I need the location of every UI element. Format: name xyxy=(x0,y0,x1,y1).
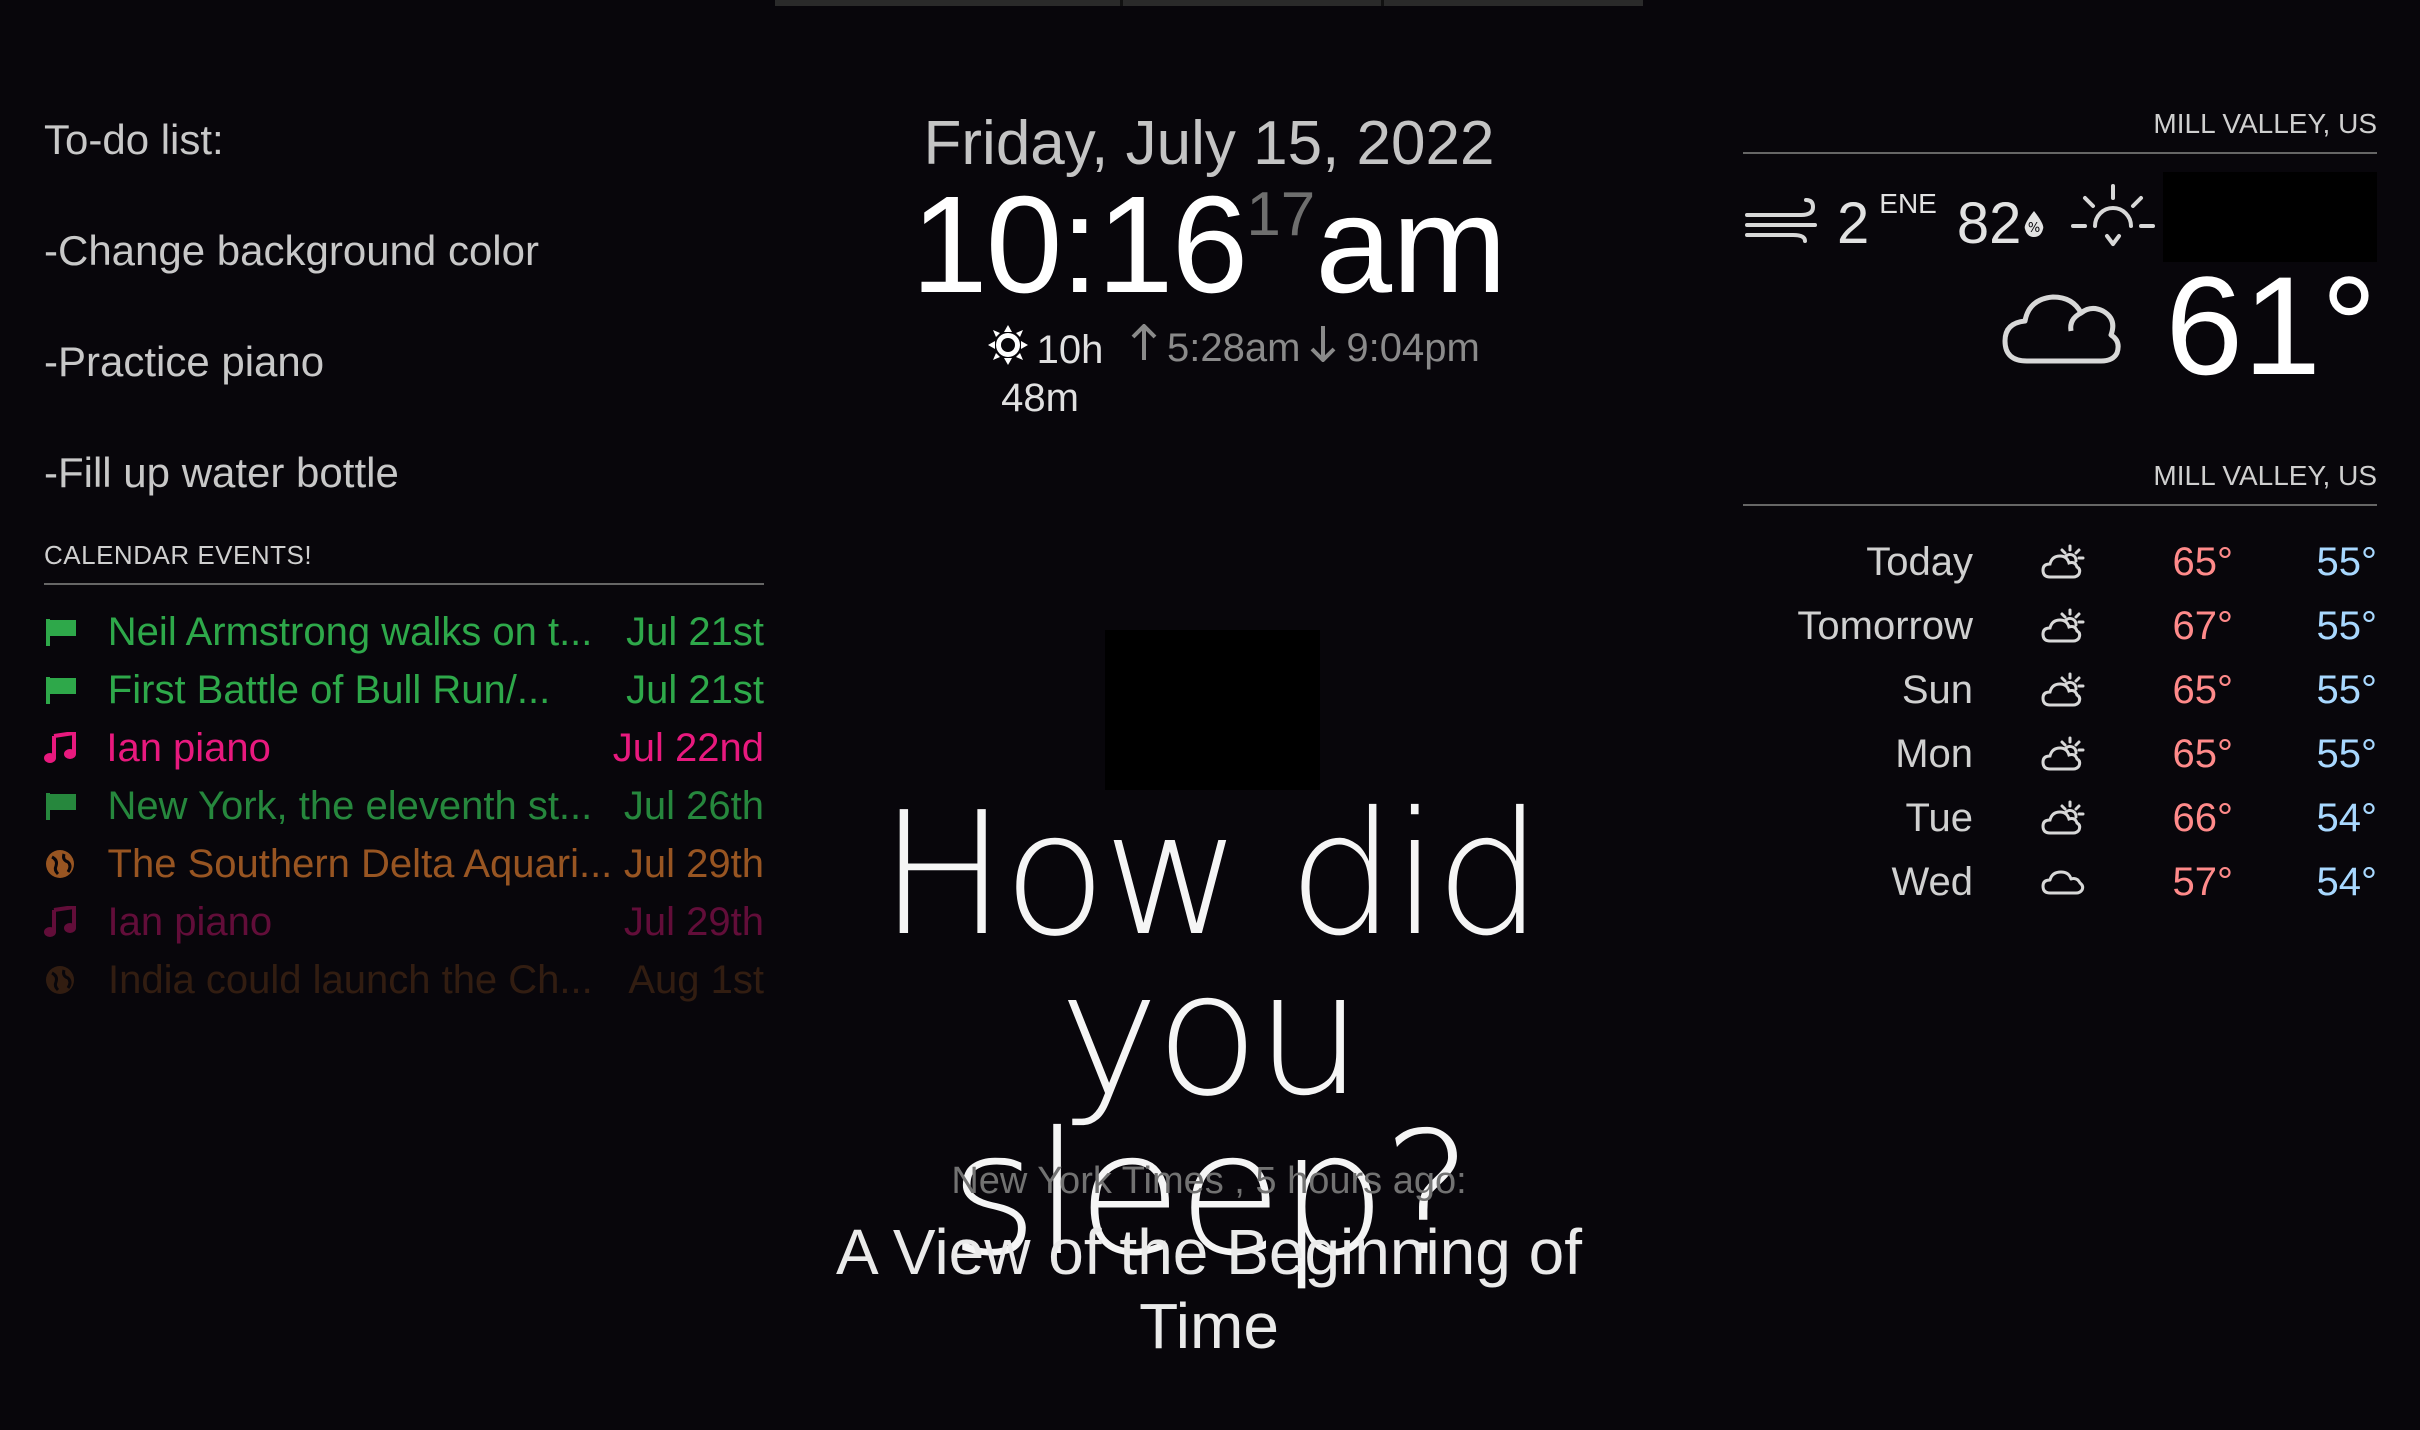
partly-cloudy-icon xyxy=(1973,799,2153,837)
todo-list: To-do list: -Change background color -Pr… xyxy=(44,100,764,544)
calendar-event: The Southern Delta Aquari... Jul 29th xyxy=(44,835,764,893)
forecast-day: Wed xyxy=(1891,859,1973,904)
forecast-row: Sun 65° 55° xyxy=(1743,658,2377,722)
clock-ampm: am xyxy=(1315,168,1508,322)
todo-item: -Practice piano xyxy=(44,338,325,385)
cloud-icon xyxy=(1973,865,2153,899)
event-title: Ian piano xyxy=(107,899,273,944)
wind-direction: ENE xyxy=(1879,188,1937,219)
event-title: Neil Armstrong walks on t... xyxy=(107,609,593,654)
event-date: Jul 29th xyxy=(623,841,764,886)
current-temperature: 61° xyxy=(2165,247,2377,404)
forecast-low: 55° xyxy=(2316,603,2378,648)
humidity-icon: % xyxy=(2021,186,2047,253)
calendar-event: Ian piano Jul 22nd xyxy=(44,719,764,777)
partly-cloudy-icon xyxy=(1973,671,2153,709)
forecast-high: 67° xyxy=(2172,603,2234,648)
event-date: Jul 29th xyxy=(623,899,764,944)
forecast-low: 54° xyxy=(2316,795,2378,840)
globe-icon xyxy=(44,964,108,996)
forecast-day: Today xyxy=(1866,539,1973,584)
partly-cloudy-icon xyxy=(1973,735,2153,773)
forecast-location: MILL VALLEY, US xyxy=(1743,460,2377,506)
sun-times: 5:28am 9:04pm xyxy=(1129,323,1480,372)
event-date: Jul 21st xyxy=(626,667,764,712)
flag-icon xyxy=(44,617,108,647)
sunset-time: 9:04pm xyxy=(1346,325,1480,370)
left-column: To-do list: -Change background color -Pr… xyxy=(44,100,764,1009)
forecast-day: Mon xyxy=(1895,731,1973,776)
todo-item: -Fill up water bottle xyxy=(44,449,399,496)
event-title: India could launch the Ch... xyxy=(108,957,593,1002)
daylight-minutes: 48m xyxy=(1001,376,1079,420)
daylight-duration: 10h 48m xyxy=(985,324,1105,421)
flag-icon xyxy=(44,791,108,821)
forecast-high: 65° xyxy=(2172,731,2234,776)
daylight-hours: 10h xyxy=(1036,327,1104,372)
flag-icon xyxy=(44,675,108,705)
event-title: First Battle of Bull Run/... xyxy=(107,667,551,712)
todo-title: To-do list: xyxy=(44,116,224,163)
compliment-line: How did you xyxy=(879,776,1543,1134)
sun-info: 10h 48m 5:28am 9:04pm xyxy=(985,323,1585,421)
forecast-low: 55° xyxy=(2316,539,2378,584)
calendar-event: First Battle of Bull Run/... Jul 21st xyxy=(44,661,764,719)
event-date: Jul 22nd xyxy=(612,725,764,770)
event-title: Ian piano xyxy=(106,725,271,770)
event-date: Jul 21st xyxy=(626,609,764,654)
cloudy-icon xyxy=(1999,279,2125,374)
clock-time: 10:1617am xyxy=(775,176,1643,314)
clock-hours-minutes: 10:16 xyxy=(910,168,1248,322)
forecast-day: Tomorrow xyxy=(1797,603,1973,648)
calendar-event: India could launch the Ch... Aug 1st xyxy=(44,951,764,1009)
wind-icon xyxy=(1743,190,1823,257)
forecast-row: Wed 57° 54° xyxy=(1743,850,2377,914)
forecast-table: Today 65° 55° Tomorrow 67° 55° Sun 65° 55° Mon 65°… xyxy=(1743,530,2377,914)
arrow-up-icon xyxy=(1129,323,1159,372)
forecast-high: 65° xyxy=(2172,667,2234,712)
music-icon xyxy=(44,732,106,764)
forecast-high: 65° xyxy=(2172,539,2234,584)
globe-icon xyxy=(44,848,108,880)
forecast-row: Today 65° 55° xyxy=(1743,530,2377,594)
current-weather-location: MILL VALLEY, US xyxy=(1743,108,2377,154)
center-column: Friday, July 15, 2022 10:1617am 10h 48m … xyxy=(775,0,1643,1430)
calendar-header: CALENDAR EVENTS! xyxy=(44,540,764,585)
partly-cloudy-icon xyxy=(1973,607,2153,645)
calendar-event: Ian piano Jul 29th xyxy=(44,893,764,951)
calendar-event: New York, the eleventh st... Jul 26th xyxy=(44,777,764,835)
calendar-events: Neil Armstrong walks on t... Jul 21st Fi… xyxy=(44,603,764,1009)
sunrise-icon xyxy=(2071,180,2156,266)
wind-speed: 2 xyxy=(1837,190,1870,256)
forecast-day: Sun xyxy=(1901,667,1973,712)
forecast-row: Tue 66° 54° xyxy=(1743,786,2377,850)
event-title: The Southern Delta Aquari... xyxy=(107,841,613,886)
forecast-low: 54° xyxy=(2316,859,2378,904)
forecast-high: 57° xyxy=(2172,859,2234,904)
forecast-low: 55° xyxy=(2316,667,2378,712)
sun-icon xyxy=(987,324,1029,376)
svg-text:%: % xyxy=(2028,221,2040,236)
event-date: Jul 26th xyxy=(623,783,764,828)
arrow-down-icon xyxy=(1308,324,1338,372)
todo-item: -Change background color xyxy=(44,227,539,274)
compliment-text: How did you sleep? xyxy=(775,776,1643,1280)
calendar-event: Neil Armstrong walks on t... Jul 21st xyxy=(44,603,764,661)
forecast-row: Tomorrow 67° 55° xyxy=(1743,594,2377,658)
event-date: Aug 1st xyxy=(628,957,764,1002)
current-temperature-row: 61° xyxy=(1999,256,2377,396)
music-icon xyxy=(44,906,108,938)
forecast-day: Tue xyxy=(1905,795,1973,840)
news-source: New York Times , 5 hours ago: xyxy=(951,1160,1467,1202)
humidity-value: 82 xyxy=(1956,190,2022,256)
news-headline: A View of the Beginning of Time xyxy=(835,1216,1583,1362)
forecast-low: 55° xyxy=(2316,731,2378,776)
forecast-row: Mon 65° 55° xyxy=(1743,722,2377,786)
forecast-high: 66° xyxy=(2172,795,2234,840)
partly-cloudy-icon xyxy=(1973,543,2153,581)
clock-seconds: 17 xyxy=(1246,180,1316,249)
sunrise-time: 5:28am xyxy=(1167,325,1301,370)
compliment-image xyxy=(1105,630,1320,790)
event-title: New York, the eleventh st... xyxy=(107,783,593,828)
